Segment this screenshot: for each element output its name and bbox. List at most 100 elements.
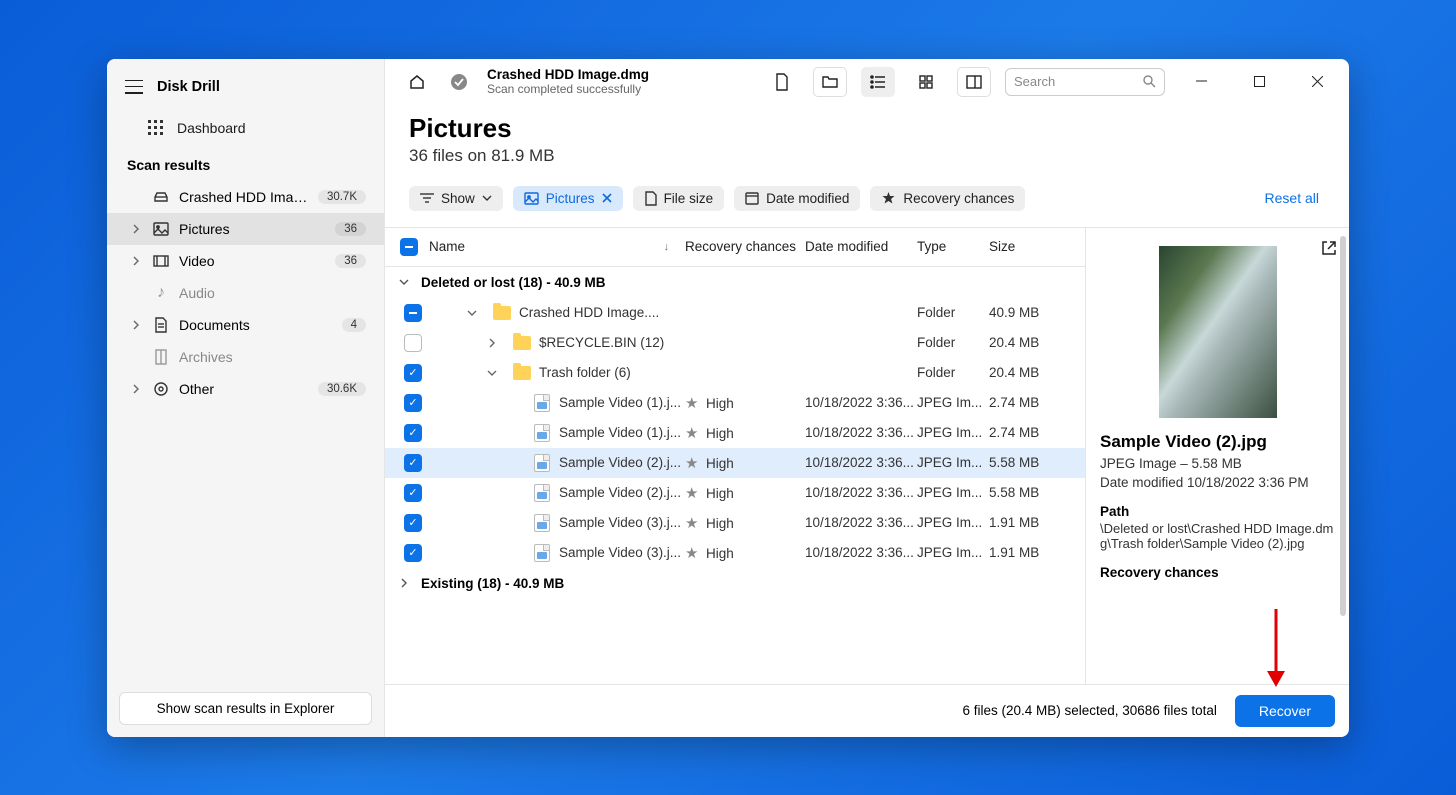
sidebar-drive[interactable]: Crashed HDD Image.d... 30.7K: [107, 181, 384, 213]
row-checkbox[interactable]: [404, 304, 422, 322]
row-checkbox[interactable]: ✓: [404, 454, 422, 472]
col-type[interactable]: Type: [917, 239, 989, 254]
row-checkbox[interactable]: ✓: [404, 514, 422, 532]
sidebar-item-other[interactable]: Other 30.6K: [107, 373, 384, 405]
expand-icon[interactable]: [485, 338, 499, 348]
type-value: Folder: [917, 365, 989, 380]
img-icon: [533, 484, 551, 502]
img-icon: [533, 514, 551, 532]
open-external-icon[interactable]: [1321, 240, 1337, 256]
list-view-icon[interactable]: [861, 67, 895, 97]
table-row[interactable]: $RECYCLE.BIN (12) Folder 20.4 MB: [385, 328, 1085, 358]
table-row[interactable]: Crashed HDD Image.... Folder 40.9 MB: [385, 298, 1085, 328]
row-checkbox[interactable]: ✓: [404, 484, 422, 502]
col-name[interactable]: Name: [429, 239, 465, 254]
img-icon: [533, 394, 551, 412]
explorer-button[interactable]: Show scan results in Explorer: [119, 692, 372, 725]
table-row[interactable]: ✓ Sample Video (3).j... ★ High 10/18/202…: [385, 538, 1085, 568]
recovery-value: High: [706, 396, 734, 411]
home-icon[interactable]: [403, 68, 431, 96]
pictures-chip[interactable]: Pictures: [513, 186, 623, 211]
preview-type: JPEG Image – 5.58 MB: [1100, 456, 1335, 471]
col-size[interactable]: Size: [989, 239, 1073, 254]
recovery-value: High: [706, 426, 734, 441]
expand-icon[interactable]: [485, 370, 499, 376]
drive-label: Crashed HDD Image.d...: [179, 189, 308, 205]
reset-link[interactable]: Reset all: [1265, 190, 1319, 206]
sidebar-item-video[interactable]: Video 36: [107, 245, 384, 277]
minimize-button[interactable]: [1179, 68, 1223, 96]
group-deleted[interactable]: Deleted or lost (18) - 40.9 MB: [385, 267, 1085, 298]
row-checkbox[interactable]: ✓: [404, 424, 422, 442]
size-value: 20.4 MB: [989, 335, 1073, 350]
row-checkbox[interactable]: ✓: [404, 364, 422, 382]
close-button[interactable]: [1295, 68, 1339, 96]
search-input[interactable]: Search: [1005, 68, 1165, 96]
row-checkbox[interactable]: ✓: [404, 394, 422, 412]
date-chip[interactable]: Date modified: [734, 186, 860, 211]
folder-icon[interactable]: [813, 67, 847, 97]
date-value: 10/18/2022 3:36...: [805, 425, 917, 440]
nav-label: Other: [179, 381, 308, 397]
table-row[interactable]: ✓ Sample Video (2).j... ★ High 10/18/202…: [385, 478, 1085, 508]
filesize-chip[interactable]: File size: [633, 186, 725, 211]
table-row[interactable]: ✓ Sample Video (3).j... ★ High 10/18/202…: [385, 508, 1085, 538]
search-icon: [1143, 75, 1156, 88]
sidebar-item-documents[interactable]: Documents 4: [107, 309, 384, 341]
preview-panel: Sample Video (2).jpg JPEG Image – 5.58 M…: [1085, 228, 1349, 684]
expand-icon[interactable]: [465, 310, 479, 316]
size-value: 2.74 MB: [989, 395, 1073, 410]
sidebar-item-audio[interactable]: ♪ Audio: [107, 277, 384, 309]
pictures-label: Pictures: [546, 191, 595, 206]
file-name: Sample Video (2).j...: [559, 485, 681, 500]
preview-toggle-icon[interactable]: [957, 67, 991, 97]
nav-label: Archives: [179, 349, 366, 365]
group-label: Existing (18) - 40.9 MB: [421, 576, 564, 591]
nav-label: Documents: [179, 317, 332, 333]
grid-icon: [147, 120, 163, 136]
folder-icon: [493, 304, 511, 322]
chevron-down-icon: [482, 195, 492, 201]
size-value: 40.9 MB: [989, 305, 1073, 320]
maximize-button[interactable]: [1237, 68, 1281, 96]
col-recovery[interactable]: Recovery chances: [685, 239, 805, 254]
recover-button[interactable]: Recover: [1235, 695, 1335, 727]
row-checkbox[interactable]: ✓: [404, 544, 422, 562]
close-icon[interactable]: [602, 193, 612, 203]
sidebar-item-pictures[interactable]: Pictures 36: [107, 213, 384, 245]
star-icon: ★: [685, 545, 698, 562]
nav-label: Pictures: [179, 221, 325, 237]
sidebar-item-archives[interactable]: Archives: [107, 341, 384, 373]
table-row[interactable]: ✓ Sample Video (2).j... ★ High 10/18/202…: [385, 448, 1085, 478]
col-date[interactable]: Date modified: [805, 239, 917, 254]
file-icon[interactable]: [765, 67, 799, 97]
table-row[interactable]: ✓ Sample Video (1).j... ★ High 10/18/202…: [385, 418, 1085, 448]
table-row[interactable]: ✓ Trash folder (6) Folder 20.4 MB: [385, 358, 1085, 388]
menu-icon[interactable]: [125, 80, 143, 94]
size-value: 20.4 MB: [989, 365, 1073, 380]
group-existing[interactable]: Existing (18) - 40.9 MB: [385, 568, 1085, 599]
date-value: 10/18/2022 3:36...: [805, 545, 917, 560]
grid-view-icon[interactable]: [909, 67, 943, 97]
recovery-chip[interactable]: Recovery chances: [870, 186, 1025, 211]
folder-icon: [513, 334, 531, 352]
size-value: 2.74 MB: [989, 425, 1073, 440]
folder-icon: [513, 364, 531, 382]
img-icon: [533, 424, 551, 442]
sort-icon[interactable]: ↓: [664, 241, 670, 253]
scrollbar[interactable]: [1340, 236, 1346, 616]
page-title: Pictures: [409, 113, 1325, 144]
show-chip[interactable]: Show: [409, 186, 503, 211]
titlebar: Crashed HDD Image.dmg Scan completed suc…: [385, 59, 1349, 105]
search-placeholder: Search: [1014, 74, 1055, 89]
group-label: Deleted or lost (18) - 40.9 MB: [421, 275, 606, 290]
app-window: Disk Drill Dashboard Scan results Crashe…: [107, 59, 1349, 737]
sidebar-dashboard[interactable]: Dashboard: [107, 111, 384, 145]
star-icon: ★: [685, 485, 698, 502]
select-all-checkbox[interactable]: [400, 238, 418, 256]
img-icon: [533, 454, 551, 472]
table-row[interactable]: ✓ Sample Video (1).j... ★ High 10/18/202…: [385, 388, 1085, 418]
star-icon: ★: [685, 425, 698, 442]
file-name: Crashed HDD Image....: [519, 305, 659, 320]
row-checkbox[interactable]: [404, 334, 422, 352]
